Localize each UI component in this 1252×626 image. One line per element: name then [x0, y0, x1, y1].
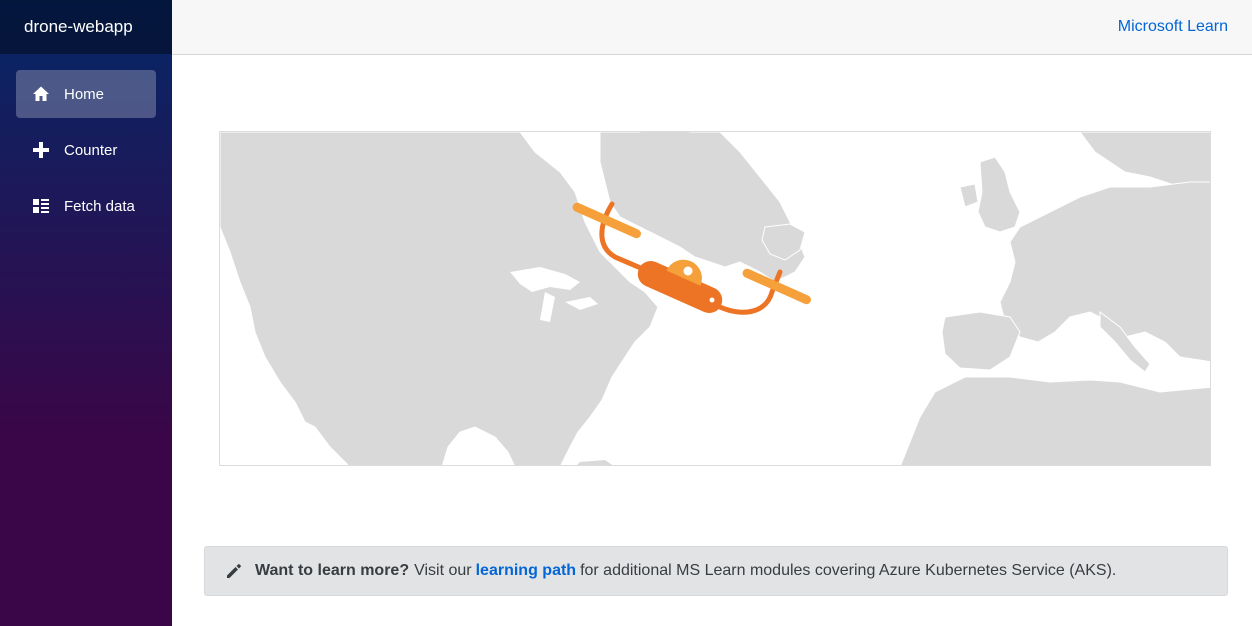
learning-path-link[interactable]: learning path — [476, 562, 576, 580]
microsoft-learn-link[interactable]: Microsoft Learn — [1118, 18, 1228, 36]
british-isles-landmass — [977, 156, 1021, 233]
canada-east-landmass — [599, 132, 806, 283]
drone-map — [219, 131, 1211, 466]
world-map-image — [220, 132, 1210, 465]
sidebar-item-label: Fetch data — [64, 197, 135, 215]
iberia-landmass — [941, 311, 1021, 371]
sidebar-item-label: Counter — [64, 141, 118, 159]
list-icon — [32, 197, 50, 215]
sidebar-item-fetch-data[interactable]: Fetch data — [16, 182, 156, 230]
africa-landmass — [900, 376, 1210, 465]
europe-landmass — [999, 181, 1210, 363]
sidebar: drone-webapp Home Counter Fetch data — [0, 0, 172, 626]
learn-more-alert: Want to learn more? Visit our learning p… — [204, 546, 1228, 596]
plus-icon — [32, 141, 50, 159]
sidebar-item-home[interactable]: Home — [16, 70, 156, 118]
pencil-icon — [225, 562, 243, 580]
brand-bar: drone-webapp — [0, 0, 172, 54]
sidebar-item-label: Home — [64, 85, 105, 103]
alert-heading: Want to learn more? — [255, 562, 410, 579]
north-america-landmass — [220, 132, 659, 465]
top-row: Microsoft Learn — [172, 0, 1252, 55]
brand-link[interactable]: drone-webapp — [24, 17, 133, 37]
sidebar-nav: Home Counter Fetch data — [0, 54, 172, 230]
scandinavia-landmass — [1079, 132, 1210, 188]
sidebar-item-counter[interactable]: Counter — [16, 126, 156, 174]
home-icon — [32, 85, 50, 103]
alert-text-after-link: for additional MS Learn modules covering… — [580, 562, 1117, 579]
alert-text-before-link: Visit our — [414, 562, 472, 579]
